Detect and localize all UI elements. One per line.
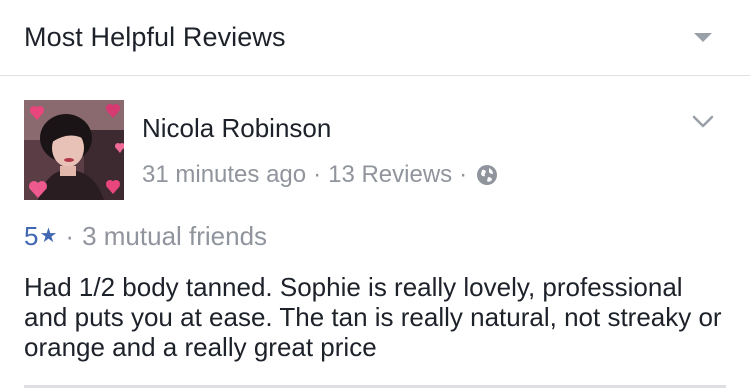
star-icon: ★ <box>39 225 58 247</box>
separator: · <box>459 161 468 188</box>
mutual-friends[interactable]: 3 mutual friends <box>82 221 267 252</box>
rating-value: 5 <box>24 221 39 251</box>
page: Most Helpful Reviews Nicola Robinson 31 … <box>0 0 750 388</box>
review-text: Had 1/2 body tanned. Sophie is really lo… <box>24 272 722 362</box>
author-name[interactable]: Nicola Robinson <box>142 113 331 144</box>
review-time[interactable]: 31 minutes ago <box>142 161 306 189</box>
review-meta: 31 minutes ago · 13 Reviews · <box>142 161 498 189</box>
rating-line: 5 ★ · 3 mutual friends <box>24 221 267 252</box>
separator: · <box>65 221 75 251</box>
caret-down-icon[interactable] <box>694 33 712 42</box>
separator: · <box>313 161 322 188</box>
avatar[interactable] <box>24 100 124 200</box>
chevron-down-icon[interactable] <box>692 115 714 129</box>
review-count[interactable]: 13 Reviews <box>328 161 452 189</box>
review-card: Nicola Robinson 31 minutes ago · 13 Revi… <box>0 77 750 388</box>
reviews-header[interactable]: Most Helpful Reviews <box>0 0 750 76</box>
globe-icon <box>477 165 498 185</box>
section-title: Most Helpful Reviews <box>24 22 286 52</box>
